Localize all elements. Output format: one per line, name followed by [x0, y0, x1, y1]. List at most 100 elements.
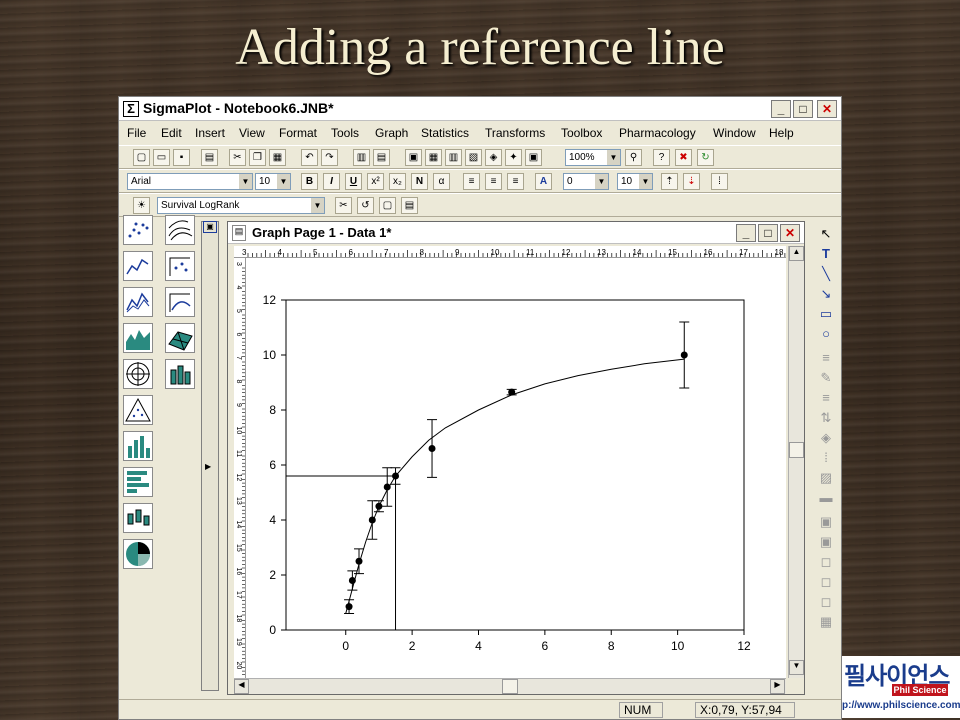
grid-dots-icon[interactable]: ⁞ [711, 173, 728, 190]
normal-button[interactable]: N [411, 173, 428, 190]
fill-tool-icon[interactable]: ◈ [817, 429, 835, 447]
ternary-plot-icon[interactable] [123, 395, 153, 425]
font-select[interactable]: Arial ▼ [127, 173, 253, 190]
3d-bar-icon[interactable] [165, 359, 195, 389]
line-scatter-icon[interactable] [123, 287, 153, 317]
graph-titlebar[interactable]: ▤ Graph Page 1 - Data 1* _ □ ✕ [228, 222, 804, 244]
chart-icon[interactable]: ▥ [445, 149, 462, 166]
horizontal-scrollbar[interactable]: ◀ ▶ [234, 678, 786, 694]
stop-icon[interactable]: ✖ [675, 149, 692, 166]
menu-transforms[interactable]: Transforms [485, 126, 545, 140]
box-plot-icon[interactable] [123, 503, 153, 533]
align-tool-icon[interactable]: ◻ [817, 553, 835, 571]
pattern-tool-icon[interactable]: ⁞ [817, 449, 835, 467]
grid-icon[interactable]: ▦ [425, 149, 442, 166]
pie-chart-icon[interactable] [123, 539, 153, 569]
line-plot-icon[interactable] [123, 251, 153, 281]
format-icon[interactable]: ◈ [485, 149, 502, 166]
bring-front-icon[interactable]: ⇡ [661, 173, 678, 190]
ellipse-tool-icon[interactable]: ○ [817, 325, 835, 343]
group-tool-icon[interactable]: ▣ [817, 513, 835, 531]
tools-icon[interactable]: ✂ [335, 197, 352, 214]
rectangle-tool-icon[interactable]: ▭ [817, 305, 835, 323]
bar-chart-icon[interactable] [123, 431, 153, 461]
ungroup-tool-icon[interactable]: ▣ [817, 533, 835, 551]
open-icon[interactable]: ▭ [153, 149, 170, 166]
pointer-tool-icon[interactable]: ↖ [817, 225, 835, 243]
zoom-select[interactable]: 100% ▼ [565, 149, 621, 166]
menu-insert[interactable]: Insert [195, 126, 225, 140]
minimize-button[interactable]: _ [771, 100, 791, 118]
text-tool-icon[interactable]: T [817, 245, 835, 263]
transform-select[interactable]: Survival LogRank ▼ [157, 197, 325, 214]
menu-view[interactable]: View [239, 126, 265, 140]
line-tool-icon[interactable]: ╲ [817, 265, 835, 283]
grid-tool-icon[interactable]: ▦ [817, 613, 835, 631]
menu-statistics[interactable]: Statistics [421, 126, 469, 140]
horizontal-bar-icon[interactable] [123, 467, 153, 497]
bold-button[interactable]: B [301, 173, 318, 190]
arrow-style-icon[interactable]: ⇅ [817, 409, 835, 427]
refresh-icon[interactable]: ↻ [697, 149, 714, 166]
copy-icon[interactable]: ❐ [249, 149, 266, 166]
arrow-tool-icon[interactable]: ↘ [817, 285, 835, 303]
save-icon[interactable]: ▪ [173, 149, 190, 166]
worksheet-icon[interactable]: ▥ [353, 149, 370, 166]
stats-icon[interactable]: ▧ [465, 149, 482, 166]
close-button[interactable]: ✕ [817, 100, 837, 118]
paste-icon[interactable]: ▦ [269, 149, 286, 166]
graph-maximize-button[interactable]: □ [758, 224, 778, 242]
menu-format[interactable]: Format [279, 126, 317, 140]
menu-window[interactable]: Window [713, 126, 756, 140]
zoom-icon[interactable]: ⚲ [625, 149, 642, 166]
polar-plot-icon[interactable] [123, 359, 153, 389]
3d-mesh-icon[interactable] [165, 323, 195, 353]
align-right-icon[interactable]: ≡ [507, 173, 524, 190]
wizard-icon[interactable]: ✦ [505, 149, 522, 166]
line-style-icon[interactable]: ≡ [817, 349, 835, 367]
distribute-tool-icon[interactable]: ◻ [817, 593, 835, 611]
undo-icon[interactable]: ↶ [301, 149, 318, 166]
redo-icon[interactable]: ↷ [321, 149, 338, 166]
send-back-icon[interactable]: ⇣ [683, 173, 700, 190]
graph-minimize-button[interactable]: _ [736, 224, 756, 242]
scroll-down-icon[interactable]: ▼ [789, 660, 804, 675]
scatter-plot-icon[interactable] [123, 215, 153, 245]
line-size-select[interactable]: 10 ▼ [617, 173, 653, 190]
menu-toolbox[interactable]: Toolbox [561, 126, 602, 140]
italic-button[interactable]: I [323, 173, 340, 190]
line-value-select[interactable]: 0 ▼ [563, 173, 609, 190]
size-tool-icon[interactable]: ◻ [817, 573, 835, 591]
3d-line-icon[interactable] [165, 287, 195, 317]
lightbulb-icon[interactable]: ☀ [133, 197, 150, 214]
scroll-right-icon[interactable]: ▶ [770, 679, 785, 694]
palette-scrollbar[interactable]: ▶ [201, 221, 219, 691]
symbol-button[interactable]: α [433, 173, 450, 190]
vertical-scrollbar[interactable]: ▲ ▼ [788, 246, 804, 678]
window-icon[interactable]: ▣ [525, 149, 542, 166]
hatch-tool-icon[interactable]: ▨ [817, 469, 835, 487]
align-left-icon[interactable]: ≡ [463, 173, 480, 190]
menu-edit[interactable]: Edit [161, 126, 182, 140]
app-titlebar[interactable]: Σ SigmaPlot - Notebook6.JNB* _ □ ✕ [119, 97, 841, 121]
graph-canvas[interactable]: 0 2 4 6 8 10 12 0 2 4 6 8 10 12 [246, 258, 786, 678]
rerun-icon[interactable]: ↺ [357, 197, 374, 214]
scroll-left-icon[interactable]: ◀ [234, 679, 249, 694]
align-center-icon[interactable]: ≡ [485, 173, 502, 190]
scroll-up-icon[interactable]: ▲ [789, 246, 804, 261]
report-transform-icon[interactable]: ▤ [401, 197, 418, 214]
font-size-select[interactable]: 10 ▼ [255, 173, 291, 190]
report-icon[interactable]: ▤ [373, 149, 390, 166]
pen-tool-icon[interactable]: ✎ [817, 369, 835, 387]
graph-page-icon[interactable]: ▣ [405, 149, 422, 166]
menu-pharmacology[interactable]: Pharmacology [619, 126, 696, 140]
menu-tools[interactable]: Tools [331, 126, 359, 140]
horizontal-scroll-thumb[interactable] [502, 679, 518, 694]
cut-icon[interactable]: ✂ [229, 149, 246, 166]
menu-file[interactable]: File [127, 126, 146, 140]
graph-close-button[interactable]: ✕ [780, 224, 800, 242]
new-icon[interactable]: ▢ [133, 149, 150, 166]
3d-scatter-icon[interactable] [165, 251, 195, 281]
subscript-icon[interactable]: x₂ [389, 173, 406, 190]
underline-button[interactable]: U [345, 173, 362, 190]
